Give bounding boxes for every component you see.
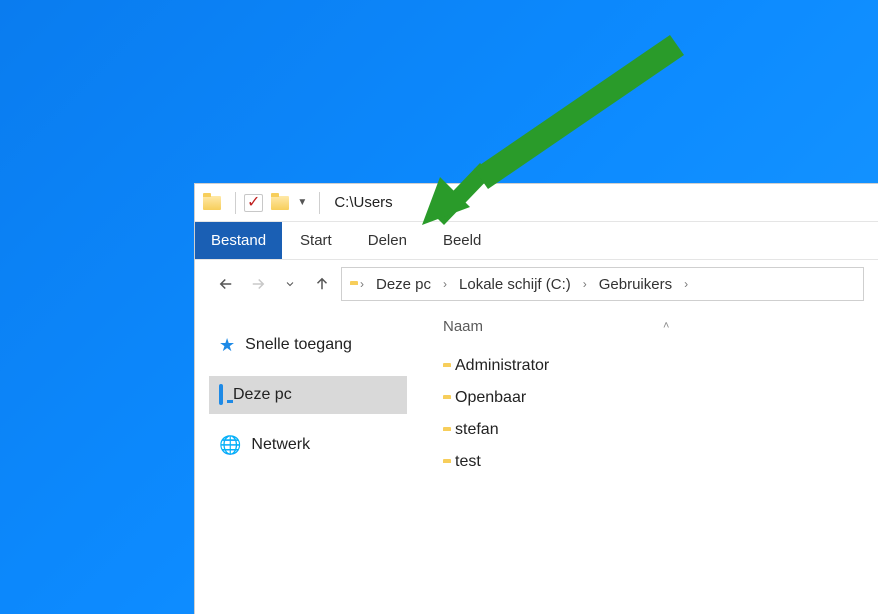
tab-home[interactable]: Start bbox=[282, 222, 350, 259]
file-name: test bbox=[455, 453, 481, 471]
list-item[interactable]: Openbaar bbox=[443, 382, 878, 414]
file-explorer-window: ✓ ▼ C:\Users Bestand Start Delen Beeld ›… bbox=[194, 183, 878, 614]
content-area: ★ Snelle toegang Deze pc 🌐 Netwerk Naam … bbox=[195, 308, 878, 614]
folder-icon bbox=[203, 196, 221, 210]
list-item[interactable]: test bbox=[443, 446, 878, 478]
ribbon-tabs: Bestand Start Delen Beeld bbox=[195, 222, 878, 260]
tab-share[interactable]: Delen bbox=[350, 222, 425, 259]
up-button[interactable] bbox=[309, 271, 335, 297]
address-bar[interactable]: › Deze pc › Lokale schijf (C:) › Gebruik… bbox=[341, 267, 864, 301]
column-header-name[interactable]: Naam ˄ bbox=[443, 308, 878, 344]
star-icon: ★ bbox=[219, 335, 235, 356]
properties-icon[interactable]: ✓ bbox=[244, 194, 263, 212]
breadcrumb-users[interactable]: Gebruikers bbox=[597, 274, 674, 295]
chevron-right-icon[interactable]: › bbox=[678, 277, 694, 291]
chevron-right-icon[interactable]: › bbox=[577, 277, 593, 291]
breadcrumb-drive-c[interactable]: Lokale schijf (C:) bbox=[457, 274, 573, 295]
sort-indicator-icon: ˄ bbox=[663, 320, 669, 332]
history-dropdown-icon[interactable] bbox=[277, 271, 303, 297]
sidebar-item-this-pc[interactable]: Deze pc bbox=[209, 376, 407, 414]
new-folder-icon[interactable] bbox=[271, 196, 289, 210]
nav-row: › Deze pc › Lokale schijf (C:) › Gebruik… bbox=[195, 260, 878, 308]
tab-file[interactable]: Bestand bbox=[195, 222, 282, 259]
breadcrumb-this-pc[interactable]: Deze pc bbox=[374, 274, 433, 295]
sidebar-item-quick-access[interactable]: ★ Snelle toegang bbox=[209, 326, 407, 364]
navigation-pane: ★ Snelle toegang Deze pc 🌐 Netwerk bbox=[195, 308, 417, 614]
forward-button[interactable] bbox=[245, 271, 271, 297]
file-name: Openbaar bbox=[455, 389, 526, 407]
back-button[interactable] bbox=[213, 271, 239, 297]
file-list: Administrator Openbaar stefan test bbox=[443, 344, 878, 478]
list-item[interactable]: stefan bbox=[443, 414, 878, 446]
file-list-pane: Naam ˄ Administrator Openbaar stefan bbox=[417, 308, 878, 614]
divider bbox=[235, 192, 236, 214]
sidebar-item-label: Deze pc bbox=[233, 386, 292, 404]
qat-dropdown-icon[interactable]: ▼ bbox=[297, 197, 307, 208]
divider bbox=[319, 192, 320, 214]
monitor-icon bbox=[219, 386, 223, 404]
file-name: Administrator bbox=[455, 357, 549, 375]
chevron-right-icon[interactable]: › bbox=[437, 277, 453, 291]
titlebar: ✓ ▼ C:\Users bbox=[195, 184, 878, 222]
window-title: C:\Users bbox=[334, 194, 392, 211]
column-header-label: Naam bbox=[443, 318, 483, 335]
file-name: stefan bbox=[455, 421, 499, 439]
globe-icon: 🌐 bbox=[219, 435, 241, 456]
tab-view[interactable]: Beeld bbox=[425, 222, 499, 259]
sidebar-item-label: Snelle toegang bbox=[245, 336, 352, 354]
sidebar-item-label: Netwerk bbox=[251, 436, 310, 454]
sidebar-item-network[interactable]: 🌐 Netwerk bbox=[209, 426, 407, 464]
list-item[interactable]: Administrator bbox=[443, 350, 878, 382]
